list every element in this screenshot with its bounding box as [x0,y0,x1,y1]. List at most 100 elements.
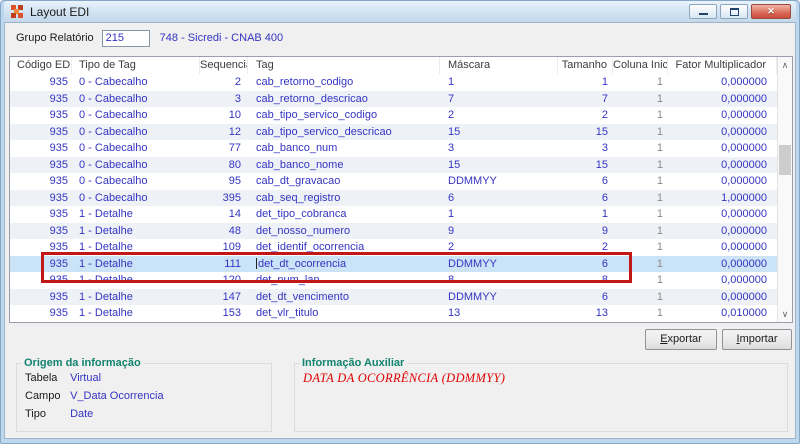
cell-mascara: DDMMYY [448,290,497,303]
grupo-relatorio-input[interactable] [101,29,150,47]
cell-tipo-de-tag: 0 - Cabecalho [79,191,148,204]
cell-coluna-inicial: 1 [656,92,663,105]
cell-codigo-edi: 935 [49,92,68,105]
grid-row[interactable]: 935 0 - Cabecalho 77 cab_banco_num 3 3 1… [10,140,777,157]
column-header[interactable]: Tamanho [558,57,613,74]
cell-sequencia: 109 [222,241,241,253]
grid-row[interactable]: 935 1 - Detalhe 153 det_vlr_titulo 13 13… [10,305,777,322]
cell-tamanho: 6 [601,290,608,303]
grid-row[interactable]: 935 1 - Detalhe 14 det_tipo_cobranca 1 1… [10,206,777,223]
cell-fator-multiplicador: 0,000000 [721,175,767,187]
importar-button[interactable]: Importar [722,329,792,350]
grid-row[interactable]: 935 0 - Cabecalho 95 cab_dt_gravacao DDM… [10,173,777,190]
window-title: Layout EDI [30,4,90,19]
cell-mascara: 8 [448,274,455,286]
column-header[interactable]: Sequencia [200,57,248,74]
cell-codigo-edi: 935 [49,175,68,187]
column-header[interactable]: Tag [248,57,440,74]
grid-row[interactable]: 935 0 - Cabecalho 12 cab_tipo_servico_de… [10,123,777,140]
cell-codigo-edi: 935 [49,290,68,303]
cell-fator-multiplicador: 0,000000 [721,76,767,88]
cell-fator-multiplicador: 0,000000 [721,109,767,121]
scroll-up-icon[interactable]: ∧ [778,60,792,70]
cell-tag: cab_retorno_codigo [256,76,354,88]
scroll-down-icon[interactable]: ∨ [778,309,792,319]
grid-row[interactable]: 935 0 - Cabecalho 80 cab_banco_nome 15 1… [10,156,777,173]
close-icon: ✕ [767,6,775,16]
cell-sequencia: 14 [228,208,241,220]
grid-row[interactable]: 935 0 - Cabecalho 395 cab_seq_registro 6… [10,189,777,206]
tabela-label: Tabela [25,372,58,384]
close-button[interactable]: ✕ [751,4,791,19]
column-header[interactable]: Tipo de Tag [72,57,200,74]
tipo-value: Date [70,408,94,420]
column-header[interactable]: Código EDI [10,57,72,74]
minimize-icon [698,13,708,15]
column-header[interactable]: Fator Multiplicador [668,57,777,74]
cell-sequencia: 153 [222,307,241,319]
grid-row[interactable]: 935 1 - Detalhe 111 det_dt_ocorrencia DD… [10,255,777,273]
column-header[interactable]: Máscara [440,57,558,74]
cell-codigo-edi: 935 [49,158,68,171]
aux-text: DATA DA OCORRÊNCIA (DDMMYY) [303,371,506,385]
campo-value: V_Data Ocorrencia [70,390,164,402]
grid-row[interactable]: 935 0 - Cabecalho 2 cab_retorno_codigo 1… [10,74,777,91]
origem-da-informacao-groupbox: Origem da informação Tabela Virtual Camp… [16,357,272,432]
cell-fator-multiplicador: 0,000000 [721,290,767,303]
cell-mascara: 7 [448,92,455,105]
cell-tipo-de-tag: 0 - Cabecalho [79,92,148,105]
cell-tamanho: 2 [601,109,608,121]
cell-tag: det_identif_ocorrencia [256,241,365,253]
cell-tag: cab_dt_gravacao [256,175,341,187]
cell-fator-multiplicador: 0,000000 [721,208,767,220]
grid-row[interactable]: 935 1 - Detalhe 48 det_nosso_numero 9 9 … [10,222,777,239]
cell-tag: cab_retorno_descricao [256,92,368,105]
cell-tag: cab_tipo_servico_descricao [256,125,392,138]
maximize-button[interactable] [720,4,748,19]
exportar-button[interactable]: Exportar [645,329,717,350]
grid-row[interactable]: 935 0 - Cabecalho 3 cab_retorno_descrica… [10,90,777,107]
cell-tag: det_vlr_titulo [256,307,319,319]
grupo-relatorio-label: Grupo Relatório [16,32,94,44]
cell-mascara: 2 [448,241,455,253]
tipo-label: Tipo [25,408,46,420]
cell-tag: cab_banco_num [256,142,338,154]
cell-tipo-de-tag: 1 - Detalhe [79,224,133,237]
cell-fator-multiplicador: 0,000000 [721,142,767,154]
grupo-relatorio-row: Grupo Relatório 748 - Sicredi - CNAB 400 [16,29,283,47]
scrollbar-thumb[interactable] [779,145,791,175]
cell-tipo-de-tag: 0 - Cabecalho [79,109,148,121]
cell-fator-multiplicador: 0,010000 [721,307,767,319]
cell-sequencia: 80 [228,158,241,171]
cell-tag: cab_banco_nome [256,158,344,171]
cell-codigo-edi: 935 [49,257,68,270]
cell-tipo-de-tag: 1 - Detalhe [79,307,133,319]
vertical-scrollbar[interactable]: ∧ ∨ [777,57,792,322]
cell-tamanho: 13 [595,307,608,319]
cell-coluna-inicial: 1 [656,76,663,88]
grid-row[interactable]: 935 1 - Detalhe 109 det_identif_ocorrenc… [10,239,777,256]
cell-mascara: DDMMYY [448,257,497,270]
cell-tag: det_dt_ocorrencia [248,256,440,273]
cell-fator-multiplicador: 0,000000 [721,158,767,171]
cell-coluna-inicial: 1 [656,142,663,154]
grid-header: Código EDI Tipo de Tag Sequencia Tag Máscara… [10,57,777,74]
cell-mascara: 6 [448,191,455,204]
window-controls: ✕ [689,4,791,19]
cell-coluna-inicial: 1 [656,290,663,303]
grid-row[interactable]: 935 1 - Detalhe 147 det_dt_vencimento DD… [10,288,777,305]
cell-tamanho: 15 [595,125,608,138]
titlebar[interactable]: Layout EDI ✕ [4,1,796,22]
cell-mascara: 1 [448,76,455,88]
cell-tag: cab_seq_registro [256,191,341,204]
grid-row[interactable]: 935 0 - Cabecalho 10 cab_tipo_servico_co… [10,107,777,124]
cell-sequencia: 12 [228,125,241,138]
cell-mascara: 15 [448,158,461,171]
cell-codigo-edi: 935 [49,191,68,204]
grid-row[interactable]: 935 1 - Detalhe 120 det_num_lan 8 8 1 0,… [10,272,777,289]
minimize-button[interactable] [689,4,717,19]
cell-coluna-inicial: 1 [656,191,663,204]
column-header[interactable]: Coluna Inicial [613,57,668,74]
button-row: Exportar Importar [5,329,797,350]
cell-mascara: 13 [448,307,461,319]
